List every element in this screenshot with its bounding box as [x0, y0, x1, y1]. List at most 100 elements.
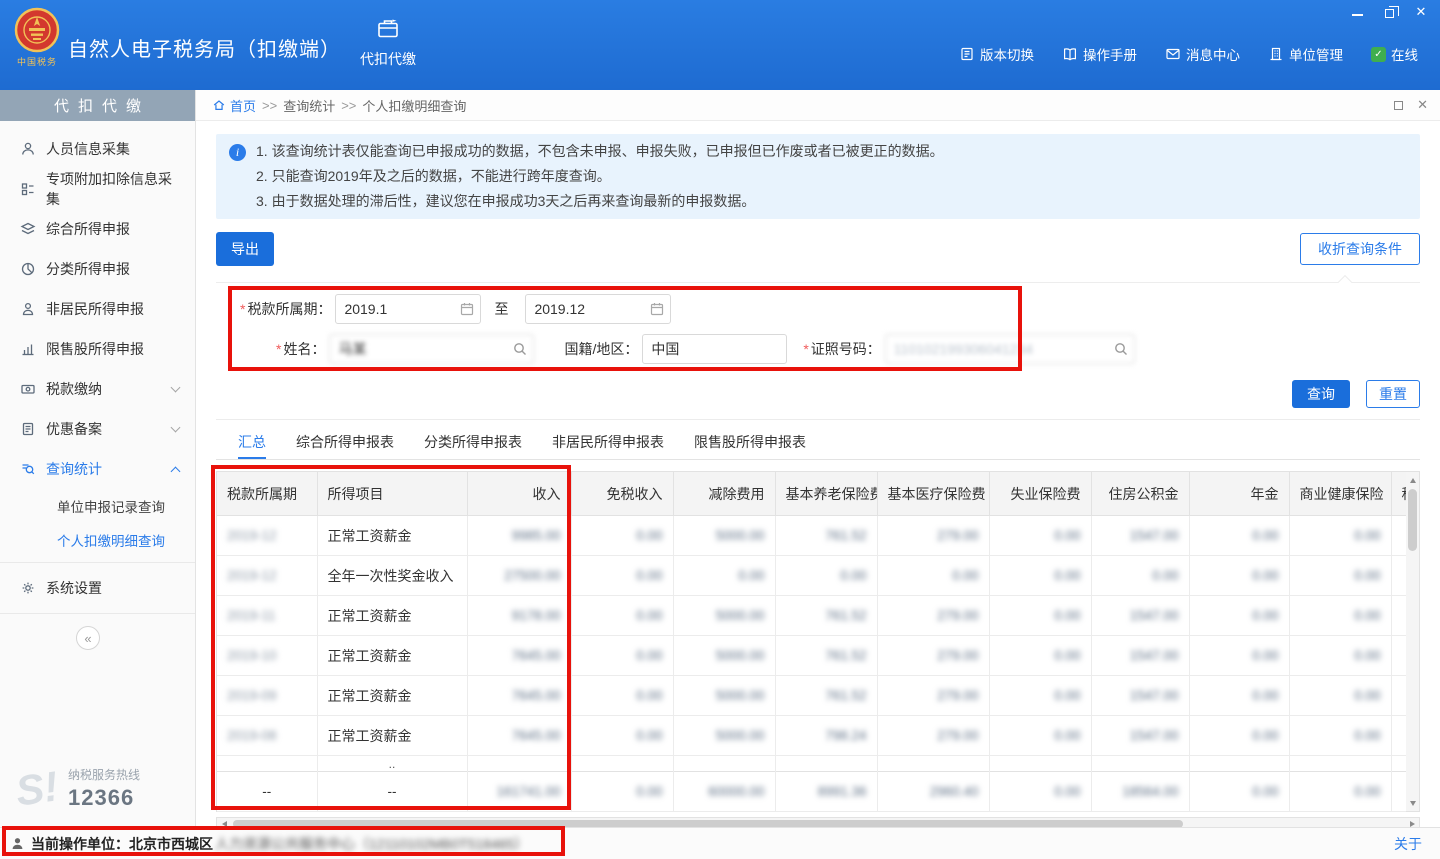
period-to-label: 至	[494, 299, 508, 319]
notice-line-2: 2. 只能查询2019年及之后的数据，不能进行跨年度查询。	[256, 164, 1406, 189]
export-button[interactable]: 导出	[216, 232, 274, 266]
period-start-input[interactable]	[335, 294, 481, 324]
gear-icon	[20, 580, 36, 596]
info-icon: i	[229, 144, 246, 161]
table-row[interactable]: 2019-12 全年一次性奖金收入 27500.00 0.00 0.00 0.0…	[217, 556, 1406, 596]
cell-income-item: 正常工资薪金	[317, 596, 467, 636]
period-end-input[interactable]	[525, 294, 671, 324]
horizontal-scrollbar[interactable]	[216, 817, 1420, 827]
scroll-up-arrow-icon[interactable]	[1406, 473, 1419, 487]
table-row[interactable]: 2019-10 正常工资薪金 7645.00 0.00 5000.00 761.…	[217, 636, 1406, 676]
cell-tax-deferred: 0.00	[1391, 716, 1406, 756]
sidebar-item-special-deduction[interactable]: 专项附加扣除信息采集	[0, 169, 195, 209]
breadcrumb-home-label: 首页	[230, 96, 256, 115]
caret-up-icon	[1338, 275, 1352, 289]
cell-health-insurance: 0.00	[1289, 716, 1391, 756]
cell-pension: 761.52	[775, 596, 877, 636]
scroll-right-arrow-icon[interactable]	[1405, 818, 1419, 827]
table-row[interactable]: 2019-08 正常工资薪金 7645.00 0.00 5000.00 798.…	[217, 716, 1406, 756]
search-button[interactable]: 查询	[1292, 380, 1350, 408]
nav-manual[interactable]: 操作手册	[1062, 44, 1137, 64]
col-header: 基本医疗保险费	[877, 472, 989, 516]
breadcrumb-level2[interactable]: 查询统计	[283, 96, 335, 115]
cell-health-insurance: 0.00	[1289, 636, 1391, 676]
notice-line-1: 1. 该查询统计表仅能查询已申报成功的数据，不包含未申报、申报失败，已申报但已作…	[256, 139, 1406, 164]
cell-tax-deferred: 0.00	[1391, 556, 1406, 596]
vertical-scrollbar[interactable]	[1406, 471, 1420, 812]
cell-tax-deferred: 0.00	[1391, 516, 1406, 556]
sidebar-item-classified-income[interactable]: 分类所得申报	[0, 249, 195, 289]
minimize-icon[interactable]	[1350, 5, 1364, 19]
chevron-up-icon	[171, 466, 181, 476]
nav-online-status[interactable]: ✓ 在线	[1371, 44, 1418, 64]
reset-button[interactable]: 重置	[1366, 380, 1420, 408]
tab-comprehensive-income[interactable]: 综合所得申报表	[296, 429, 394, 459]
cell-deduction: 0.00	[673, 556, 775, 596]
cell-tax-deferred: 0.00	[1391, 636, 1406, 676]
tab-classified-income[interactable]: 分类所得申报表	[424, 429, 522, 459]
about-link[interactable]: 关于	[1394, 834, 1422, 854]
name-label: 姓名：	[283, 339, 325, 359]
sidebar-item-personnel-info[interactable]: 人员信息采集	[0, 129, 195, 169]
name-input[interactable]	[329, 334, 534, 364]
sidebar-subitem-label: 个人扣缴明细查询	[57, 530, 165, 550]
sidebar-item-restricted-stock[interactable]: 限售股所得申报	[0, 329, 195, 369]
cell-taxfree: 0.00	[571, 596, 673, 636]
sidebar-subitem-unit-declaration-query[interactable]: 单位申报记录查询	[0, 489, 195, 523]
nav-org-management[interactable]: 单位管理	[1268, 44, 1343, 64]
close-icon[interactable]: ✕	[1414, 5, 1428, 19]
scroll-left-arrow-icon[interactable]	[217, 818, 231, 827]
nationality-input[interactable]	[642, 334, 787, 364]
vertical-scroll-thumb[interactable]	[1408, 489, 1417, 551]
sidebar-item-label: 分类所得申报	[46, 259, 130, 279]
table-row[interactable]: 2019-11 正常工资薪金 9178.00 0.00 5000.00 761.…	[217, 596, 1406, 636]
totals-unemployment: 0.00	[989, 772, 1091, 812]
cell-annuity: 0.00	[1189, 636, 1289, 676]
cell-pension: 0.00	[775, 556, 877, 596]
cell-deduction: 5000.00	[673, 716, 775, 756]
sidebar-item-nonresident-income[interactable]: 非居民所得申报	[0, 289, 195, 329]
panel-restore-icon[interactable]	[1394, 101, 1403, 110]
table-row[interactable]: 2019-12 正常工资薪金 9985.00 0.00 5000.00 761.…	[217, 516, 1406, 556]
restore-icon[interactable]	[1382, 5, 1396, 19]
scroll-down-arrow-icon[interactable]	[1406, 796, 1419, 810]
emblem-icon	[14, 7, 60, 53]
nav-version-switch[interactable]: 版本切换	[959, 44, 1034, 64]
col-header: 商业健康保险	[1289, 472, 1391, 516]
col-header: 税款所属期	[217, 472, 317, 516]
panel-close-icon[interactable]: ✕	[1417, 97, 1428, 113]
cell-income: 27500.00	[467, 556, 571, 596]
tab-nonresident-income[interactable]: 非居民所得申报表	[552, 429, 664, 459]
module-tab-withholding[interactable]: 代扣代缴	[352, 17, 424, 69]
cell-income: 7645.00	[467, 636, 571, 676]
sidebar-item-preference-filing[interactable]: 优惠备案	[0, 409, 195, 449]
tab-restricted-stock[interactable]: 限售股所得申报表	[694, 429, 806, 459]
sidebar-item-query-statistics[interactable]: 查询统计	[0, 449, 195, 489]
sidebar-collapse-button[interactable]: «	[76, 626, 100, 650]
sidebar-item-label: 系统设置	[46, 578, 102, 598]
sidebar-subitem-personal-withholding-detail-query[interactable]: 个人扣缴明细查询	[0, 523, 195, 557]
breadcrumb-level3: 个人扣缴明细查询	[362, 96, 466, 115]
period-label: 税款所属期：	[247, 299, 331, 319]
nav-label: 消息中心	[1186, 44, 1240, 64]
sidebar-item-comprehensive-income[interactable]: 综合所得申报	[0, 209, 195, 249]
cell-unemployment: 0.00	[989, 556, 1091, 596]
table-row[interactable]: 2019-09 正常工资薪金 7645.00 0.00 5000.00 761.…	[217, 676, 1406, 716]
required-mark: *	[276, 341, 281, 357]
sidebar-item-label: 查询统计	[46, 459, 102, 479]
app-header: ✕ 中国税务 自然人电子税务局（扣缴端） 代扣代缴	[0, 0, 1440, 90]
breadcrumb-home[interactable]: 首页	[212, 96, 256, 115]
id-number-label: 证照号码：	[811, 341, 881, 357]
table-header-row: 税款所属期 所得项目 收入 免税收入 减除费用 基本养老保险费 基本医疗保险费 …	[217, 472, 1406, 516]
totals-health-insurance: 0.00	[1289, 772, 1391, 812]
horizontal-scroll-thumb[interactable]	[233, 820, 1183, 827]
collapse-query-button[interactable]: 收折查询条件	[1300, 233, 1420, 265]
nav-message-center[interactable]: 消息中心	[1165, 44, 1240, 64]
id-number-input[interactable]	[885, 334, 1135, 364]
sidebar-item-tax-payment[interactable]: 税款缴纳	[0, 369, 195, 409]
version-switch-icon	[959, 46, 975, 62]
col-header: 减除费用	[673, 472, 775, 516]
cell-taxfree: 0.00	[571, 636, 673, 676]
tab-summary[interactable]: 汇总	[238, 429, 266, 459]
sidebar-item-system-settings[interactable]: 系统设置	[0, 568, 195, 608]
